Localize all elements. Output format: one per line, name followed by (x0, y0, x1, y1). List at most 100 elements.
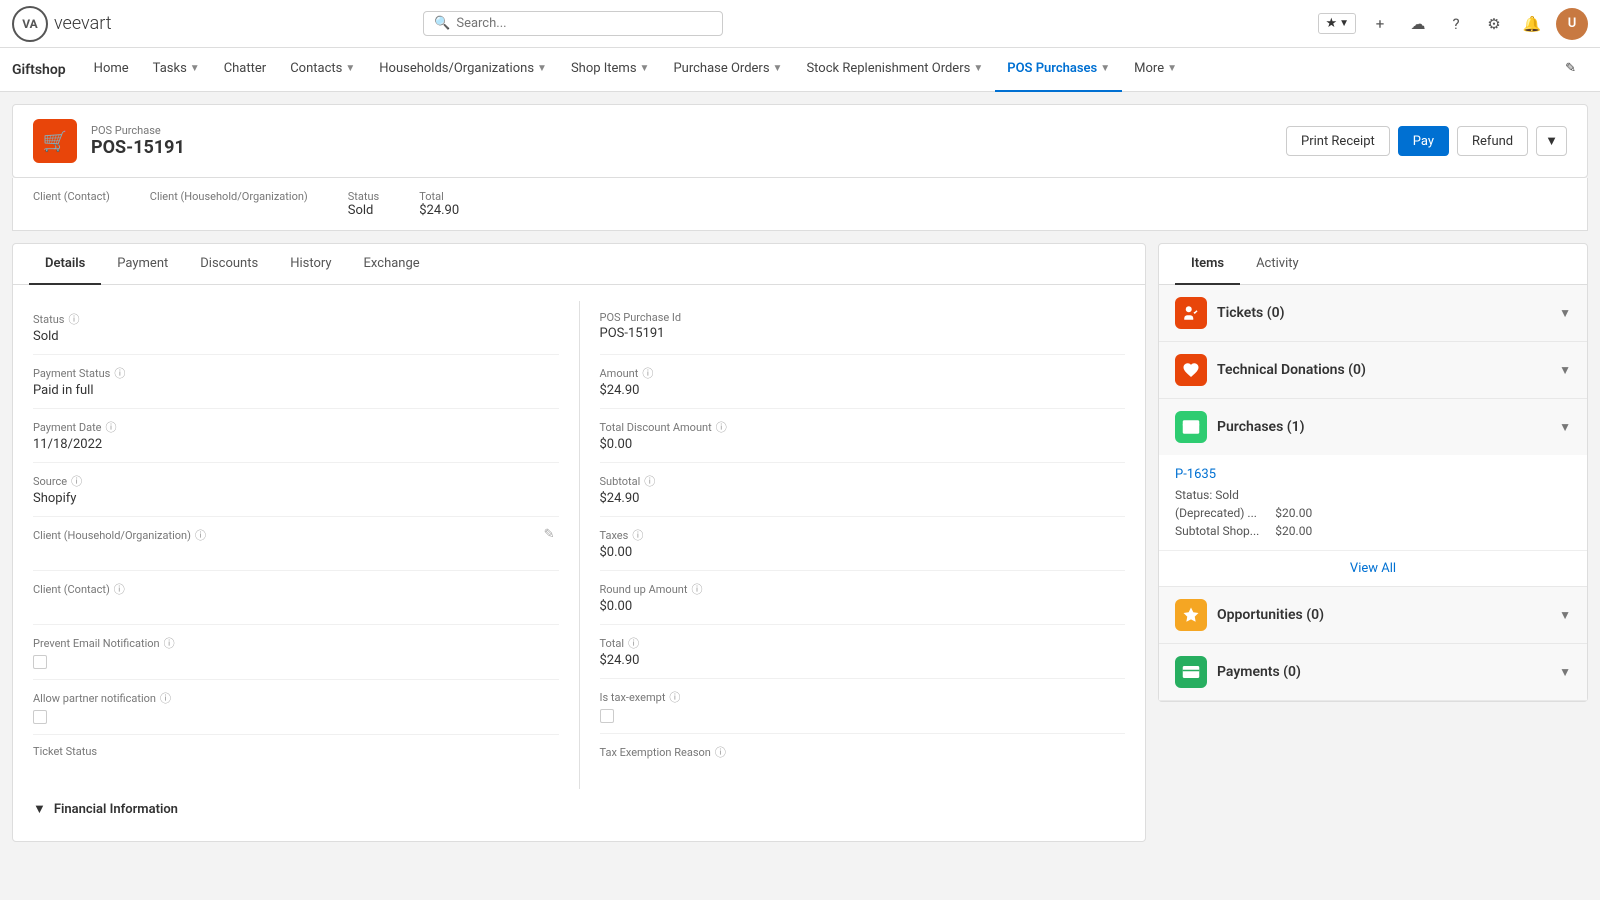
nav-purchase-orders[interactable]: Purchase Orders▼ (661, 48, 794, 92)
notifications-icon[interactable]: 🔔 (1518, 10, 1546, 38)
nav-more[interactable]: More▼ (1122, 48, 1189, 92)
nav-contacts[interactable]: Contacts▼ (278, 48, 367, 92)
field-discount-amount: Total Discount Amountⓘ $0.00 ✎ (600, 409, 1126, 463)
edit-icon[interactable]: ✎ (544, 527, 555, 542)
purchase-link[interactable]: P-1635 (1175, 467, 1216, 482)
donations-icon (1175, 354, 1207, 386)
related-payments-header[interactable]: Payments (0) ▼ (1159, 644, 1587, 700)
tax-exempt-checkbox[interactable] (600, 709, 614, 723)
summary-total: Total $24.90 (419, 190, 459, 218)
right-panel: Items Activity Tickets (0) ▼ (1158, 243, 1588, 702)
nav-pos-purchases[interactable]: POS Purchases▼ (995, 48, 1122, 92)
info-icon[interactable]: ⓘ (160, 690, 171, 706)
info-icon[interactable]: ⓘ (716, 419, 727, 435)
search-bar[interactable]: 🔍 (423, 11, 723, 36)
details-tab-content: Statusⓘ Sold ✎ Payment Statusⓘ Paid in f… (13, 285, 1145, 841)
related-payments: Payments (0) ▼ (1159, 644, 1587, 701)
print-receipt-button[interactable]: Print Receipt (1286, 126, 1390, 156)
allow-partner-checkbox[interactable] (33, 710, 47, 724)
field-total: Totalⓘ $24.90 ✎ (600, 625, 1126, 679)
tab-activity[interactable]: Activity (1240, 244, 1315, 285)
help-icon[interactable]: ? (1442, 10, 1470, 38)
page-header: 🛒 POS Purchase POS-15191 Print Receipt P… (12, 104, 1588, 178)
tab-exchange[interactable]: Exchange (348, 244, 436, 285)
info-icon[interactable]: ⓘ (628, 635, 639, 651)
logo-area: VA veevart (12, 6, 112, 42)
field-tax-exemption-reason: Tax Exemption Reasonⓘ ✎ (600, 734, 1126, 788)
nav-chatter[interactable]: Chatter (212, 48, 279, 92)
favorites-button[interactable]: ★ ▼ (1318, 13, 1356, 34)
tickets-title: Tickets (0) (1217, 305, 1284, 321)
search-icon: 🔍 (434, 16, 450, 31)
info-icon[interactable]: ⓘ (114, 365, 125, 381)
info-icon[interactable]: ⓘ (715, 744, 726, 760)
tab-discounts[interactable]: Discounts (184, 244, 274, 285)
field-allow-partner: Allow partner notificationⓘ ✎ (33, 680, 559, 735)
related-technical-donations: Technical Donations (0) ▼ (1159, 342, 1587, 399)
field-client-org: Client (Household/Organization)ⓘ ✎ (33, 517, 559, 571)
summary-bar: Client (Contact) Client (Household/Organ… (12, 178, 1588, 231)
chevron-down-icon: ▼ (1559, 665, 1571, 679)
pos-icon: 🛒 (33, 119, 77, 163)
related-opportunities: Opportunities (0) ▼ (1159, 587, 1587, 644)
info-icon[interactable]: ⓘ (164, 635, 175, 651)
info-icon[interactable]: ⓘ (106, 419, 117, 435)
avatar[interactable]: U (1556, 8, 1588, 40)
info-icon[interactable]: ⓘ (669, 689, 680, 705)
info-icon[interactable]: ⓘ (642, 365, 653, 381)
more-actions-button[interactable]: ▼ (1536, 126, 1567, 156)
tickets-icon (1175, 297, 1207, 329)
field-round-up: Round up Amountⓘ $0.00 ✎ (600, 571, 1126, 625)
logo-icon: VA (12, 6, 48, 42)
chevron-down-icon: ▼ (1559, 363, 1571, 377)
tab-items[interactable]: Items (1175, 244, 1240, 285)
info-icon[interactable]: ⓘ (71, 473, 82, 489)
related-tickets-header[interactable]: Tickets (0) ▼ (1159, 285, 1587, 341)
field-amount: Amountⓘ $24.90 ✎ (600, 355, 1126, 409)
opportunities-title: Opportunities (0) (1217, 607, 1324, 623)
prevent-email-checkbox[interactable] (33, 655, 47, 669)
nav-home[interactable]: Home (82, 48, 141, 92)
star-icon: ★ (1325, 16, 1337, 31)
payments-icon (1175, 656, 1207, 688)
nav-households[interactable]: Households/Organizations▼ (367, 48, 559, 92)
purchases-title: Purchases (1) (1217, 419, 1305, 435)
view-all-button[interactable]: View All (1159, 550, 1587, 586)
pay-button[interactable]: Pay (1398, 126, 1449, 156)
chevron-down-icon: ▼ (1100, 63, 1110, 74)
info-icon[interactable]: ⓘ (632, 527, 643, 543)
field-status: Statusⓘ Sold ✎ (33, 301, 559, 355)
add-button[interactable]: + (1366, 10, 1394, 38)
info-icon[interactable]: ⓘ (195, 527, 206, 543)
tab-history[interactable]: History (274, 244, 347, 285)
field-ticket-status: Ticket Status ✎ (33, 735, 559, 789)
tab-payment[interactable]: Payment (101, 244, 184, 285)
refund-button[interactable]: Refund (1457, 126, 1528, 156)
related-opportunities-header[interactable]: Opportunities (0) ▼ (1159, 587, 1587, 643)
settings-icon[interactable]: ⚙ (1480, 10, 1508, 38)
nav-tasks[interactable]: Tasks▼ (141, 48, 212, 92)
field-payment-status: Payment Statusⓘ Paid in full ✎ (33, 355, 559, 409)
cloud-icon[interactable]: ☁ (1404, 10, 1432, 38)
purchases-body: P-1635 Status: Sold (Deprecated) ... Sub… (1159, 455, 1587, 550)
related-donations-header[interactable]: Technical Donations (0) ▼ (1159, 342, 1587, 398)
nav-stock-replenishment[interactable]: Stock Replenishment Orders▼ (794, 48, 995, 92)
info-icon[interactable]: ⓘ (691, 581, 702, 597)
summary-client-org: Client (Household/Organization) (150, 190, 308, 203)
summary-status: Status Sold (348, 190, 379, 218)
left-tab-bar: Details Payment Discounts History Exchan… (13, 244, 1145, 285)
search-input[interactable] (456, 16, 712, 31)
info-icon[interactable]: ⓘ (68, 311, 79, 327)
tab-details[interactable]: Details (29, 244, 101, 285)
info-icon[interactable]: ⓘ (644, 473, 655, 489)
financial-section-header[interactable]: ▼ Financial Information (33, 789, 1125, 825)
nav-shop-items[interactable]: Shop Items▼ (559, 48, 662, 92)
nav-icons: ★ ▼ + ☁ ? ⚙ 🔔 U (1318, 8, 1588, 40)
main-content: Details Payment Discounts History Exchan… (0, 231, 1600, 854)
edit-nav-icon[interactable]: ✎ (1553, 48, 1588, 92)
field-tax-exempt: Is tax-exemptⓘ ✎ (600, 679, 1126, 734)
column-divider (579, 301, 580, 789)
opportunities-icon (1175, 599, 1207, 631)
info-icon[interactable]: ⓘ (114, 581, 125, 597)
related-purchases-header[interactable]: Purchases (1) ▼ (1159, 399, 1587, 455)
